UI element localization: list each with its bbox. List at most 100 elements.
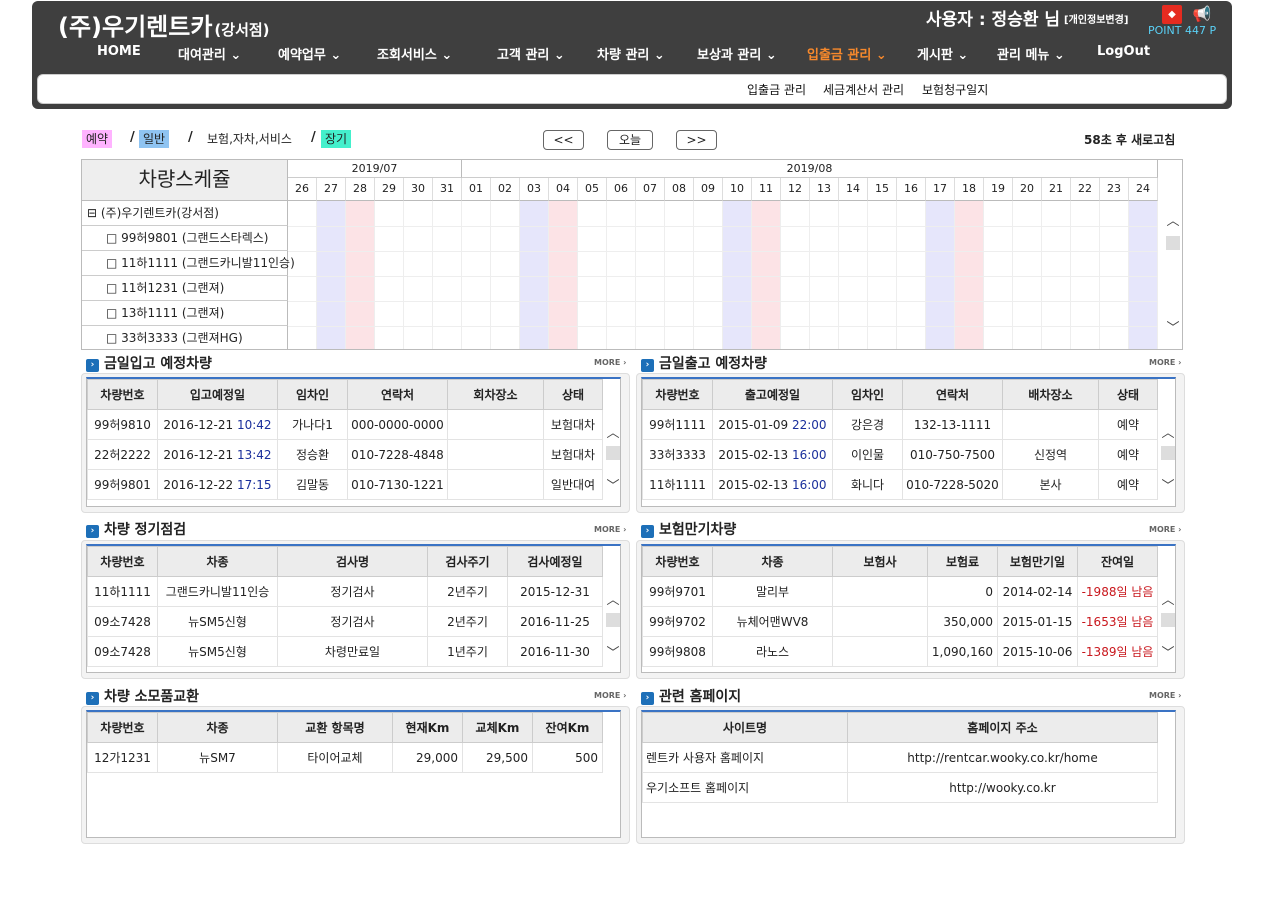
table-row[interactable]: 99허9810 2016-12-21 10:42 가나다1 000-0000-0000…: [87, 409, 603, 440]
company-logo[interactable]: (주)우기렌트카 (강서점): [58, 7, 270, 42]
schedule-scrollbar[interactable]: ︿ ﹀: [1164, 201, 1182, 349]
prev-button[interactable]: <<: [543, 130, 584, 150]
next-button[interactable]: >>: [676, 130, 717, 150]
col-header: 검사명: [277, 546, 428, 577]
cell: 우기소프트 홈페이지: [642, 772, 848, 803]
bullet-icon: ›: [641, 525, 654, 538]
scroll-up-icon[interactable]: ︿: [604, 427, 620, 441]
more-link[interactable]: MORE ›: [594, 525, 626, 534]
table-row[interactable]: 33허3333 2015-02-13 16:00 이인물 010-750-7500 신정…: [642, 439, 1158, 470]
table-row[interactable]: 99허9801 2016-12-22 17:15 김말동 010-7130-1221 일…: [87, 469, 603, 500]
nav-compensation[interactable]: 보상과 관리 ⌄: [697, 44, 777, 63]
nav-reservation[interactable]: 예약업무 ⌄: [278, 44, 341, 63]
nav-payments[interactable]: 입출금 관리 ⌄: [807, 44, 887, 63]
more-link[interactable]: MORE ›: [594, 358, 626, 367]
scroll-down-icon[interactable]: ﹀: [604, 647, 620, 661]
table-row[interactable]: 09소7428 뉴SM5신형 정기검사 2년주기 2016-11-25: [87, 606, 603, 637]
today-button[interactable]: 오늘: [607, 130, 653, 150]
cell: 본사: [1002, 469, 1099, 500]
more-link[interactable]: MORE ›: [1149, 691, 1181, 700]
tree-root[interactable]: ⊟ (주)우기렌트카(강서점): [82, 201, 288, 226]
cell: 99허9808: [642, 636, 713, 667]
more-link[interactable]: MORE ›: [1149, 358, 1181, 367]
time: 22:00: [791, 417, 827, 432]
legend-long: 장기: [321, 130, 352, 148]
more-link[interactable]: MORE ›: [1149, 525, 1181, 534]
scroll-up-icon[interactable]: ︿: [1159, 594, 1175, 608]
scroll-thumb[interactable]: [1161, 613, 1175, 627]
grid-line: [288, 251, 1158, 252]
nav-lookup[interactable]: 조회서비스 ⌄: [377, 44, 452, 63]
table-row[interactable]: 99허9808 라노스 1,090,160 2015-10-06 -1389일 남음: [642, 636, 1158, 667]
scroll-up-icon[interactable]: ︿: [1164, 215, 1182, 229]
table-row[interactable]: 렌트카 사용자 홈페이지 http://rentcar.wooky.co.kr/h…: [642, 742, 1158, 773]
tree-vehicle[interactable]: □ 33허3333 (그랜져HG): [82, 326, 288, 349]
nav-logout[interactable]: LogOut: [1097, 44, 1150, 62]
table-row[interactable]: 12가1231 뉴SM7 타이어교체 29,000 29,500 500: [87, 742, 603, 773]
table-row[interactable]: 99허9701 말리부 0 2014-02-14 -1988일 남음: [642, 576, 1158, 607]
scroll-down-icon[interactable]: ﹀: [1159, 647, 1175, 661]
cell: 2014-02-14: [997, 576, 1078, 607]
date: 2015-02-13: [718, 447, 789, 462]
table-scrollbar[interactable]: ︿ ﹀: [1159, 410, 1175, 505]
cell: 예약: [1098, 409, 1158, 440]
submenu-tax-invoice[interactable]: 세금계산서 관리: [823, 81, 904, 98]
cell: [1002, 409, 1099, 440]
day-header: 31: [433, 178, 462, 201]
table-row[interactable]: 09소7428 뉴SM5신형 차령만료일 1년주기 2016-11-30: [87, 636, 603, 667]
table-scrollbar[interactable]: ︿ ﹀: [1159, 577, 1175, 672]
nav-rental[interactable]: 대여관리 ⌄: [178, 44, 241, 63]
cell: 화니다: [832, 469, 903, 500]
tree-vehicle[interactable]: □ 99허9801 (그랜드스타렉스): [82, 226, 288, 251]
scroll-down-icon[interactable]: ﹀: [1159, 480, 1175, 494]
tree-vehicle[interactable]: □ 13하1111 (그랜져): [82, 301, 288, 326]
scroll-thumb[interactable]: [1161, 446, 1175, 460]
cell: 010-750-7500: [902, 439, 1003, 470]
cell: 11하1111: [87, 576, 158, 607]
nav-home[interactable]: HOME: [97, 44, 141, 62]
table-row[interactable]: 우기소프트 홈페이지 http://wooky.co.kr: [642, 772, 1158, 803]
col-header: 출고예정일: [712, 379, 833, 410]
return-table-box: 차량번호 입고예정일 임차인 연락처 회차장소 상태 99허9810 2016-12-21 …: [86, 377, 621, 507]
nav-customer[interactable]: 고객 관리 ⌄: [497, 44, 565, 63]
insure-table-box: 차량번호 차종 보험사 보험료 보험만기일 잔여일 99허9701 말리부 0 2014-02-…: [641, 544, 1176, 673]
homepage-link[interactable]: http://rentcar.wooky.co.kr/home: [847, 742, 1158, 773]
submenu-payments[interactable]: 입출금 관리: [747, 81, 806, 98]
nav-admin[interactable]: 관리 메뉴 ⌄: [997, 44, 1065, 63]
table-row[interactable]: 11하1111 그랜드카니발11인승 정기검사 2년주기 2015-12-31: [87, 576, 603, 607]
section-title: 차량 정기점검: [104, 522, 187, 538]
tree-vehicle[interactable]: □ 11허1231 (그랜져): [82, 276, 288, 301]
tree-vehicle[interactable]: □ 11하1111 (그랜드카니발11인승): [82, 251, 295, 276]
table-row[interactable]: 99허1111 2015-01-09 22:00 강은경 132-13-1111 예약: [642, 409, 1158, 440]
cell: 99허9810: [87, 409, 158, 440]
homepage-link[interactable]: http://wooky.co.kr: [847, 772, 1158, 803]
table-scrollbar[interactable]: ︿ ﹀: [604, 577, 620, 672]
nav-board[interactable]: 게시판 ⌄: [917, 44, 968, 63]
table-row[interactable]: 99허9702 뉴체어맨WV8 350,000 2015-01-15 -1653일 남음: [642, 606, 1158, 637]
cell: 09소7428: [87, 606, 158, 637]
more-link[interactable]: MORE ›: [594, 691, 626, 700]
scroll-up-icon[interactable]: ︿: [1159, 427, 1175, 441]
scroll-down-icon[interactable]: ﹀: [604, 480, 620, 494]
section-title: 관련 홈페이지: [659, 689, 742, 705]
scroll-thumb[interactable]: [606, 446, 620, 460]
scroll-thumb[interactable]: [1166, 236, 1180, 250]
scroll-down-icon[interactable]: ﹀: [1164, 322, 1182, 336]
scroll-up-icon[interactable]: ︿: [604, 594, 620, 608]
scroll-thumb[interactable]: [606, 613, 620, 627]
col-header: 홈페이지 주소: [847, 712, 1158, 743]
megaphone-icon[interactable]: 📢: [1190, 3, 1214, 25]
day-header: 12: [781, 178, 810, 201]
nav-vehicle[interactable]: 차량 관리 ⌄: [597, 44, 665, 63]
submenu-insurance-claim[interactable]: 보험청구일지: [922, 81, 988, 98]
cell: 33허3333: [642, 439, 713, 470]
cell: 11하1111: [642, 469, 713, 500]
table-row[interactable]: 22허2222 2016-12-21 13:42 정승환 010-7228-4848 보…: [87, 439, 603, 470]
separator: /: [130, 130, 135, 145]
table-scrollbar[interactable]: ︿ ﹀: [604, 410, 620, 505]
bullet-icon: ›: [86, 692, 99, 705]
table-row[interactable]: 11하1111 2015-02-13 16:00 화니다 010-7228-5020 본…: [642, 469, 1158, 500]
col-header: 검사주기: [427, 546, 508, 577]
profile-edit-link[interactable]: [개인정보변경]: [1064, 15, 1128, 26]
logout-icon[interactable]: ◆: [1162, 5, 1182, 24]
